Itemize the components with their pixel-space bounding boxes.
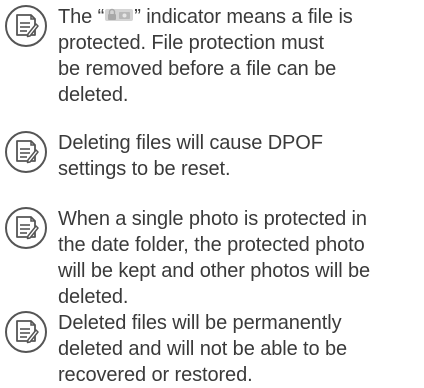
note-line: protected. File protection must	[58, 32, 324, 54]
line-prefix: The “	[58, 6, 105, 28]
note-line: the date folder, the protected photo	[58, 234, 365, 256]
note-memo-icon	[5, 311, 47, 353]
note-line: Deleting files will cause DPOF	[58, 132, 323, 154]
lock-protect-icon	[105, 8, 134, 21]
note-text: When a single photo is protected in the …	[58, 206, 424, 310]
line-suffix: ” indicator means a file is	[134, 6, 353, 28]
note-memo-icon	[5, 131, 47, 173]
note-text: Deleted files will be permanently delete…	[58, 310, 424, 388]
note-line: settings to be reset.	[58, 158, 231, 180]
note-line: Deleted files will be permanently	[58, 312, 342, 334]
note-text: The “ ” indicator means a file is protec…	[58, 4, 424, 108]
note-memo-icon	[5, 207, 47, 249]
note-line: recovered or restored.	[58, 364, 253, 386]
note-memo-icon	[5, 5, 47, 47]
note-line: The “ ” indicator means a file is	[58, 4, 424, 30]
notes-list: The “ ” indicator means a file is protec…	[0, 0, 424, 386]
note-line: deleted.	[58, 286, 129, 308]
note-line: be removed before a file can be	[58, 58, 337, 80]
note-line: will be kept and other photos will be	[58, 260, 371, 282]
note-text: Deleting files will cause DPOF settings …	[58, 130, 424, 182]
note-line: deleted.	[58, 84, 129, 106]
note-line: When a single photo is protected in	[58, 208, 367, 230]
note-line: deleted and will not be able to be	[58, 338, 348, 360]
